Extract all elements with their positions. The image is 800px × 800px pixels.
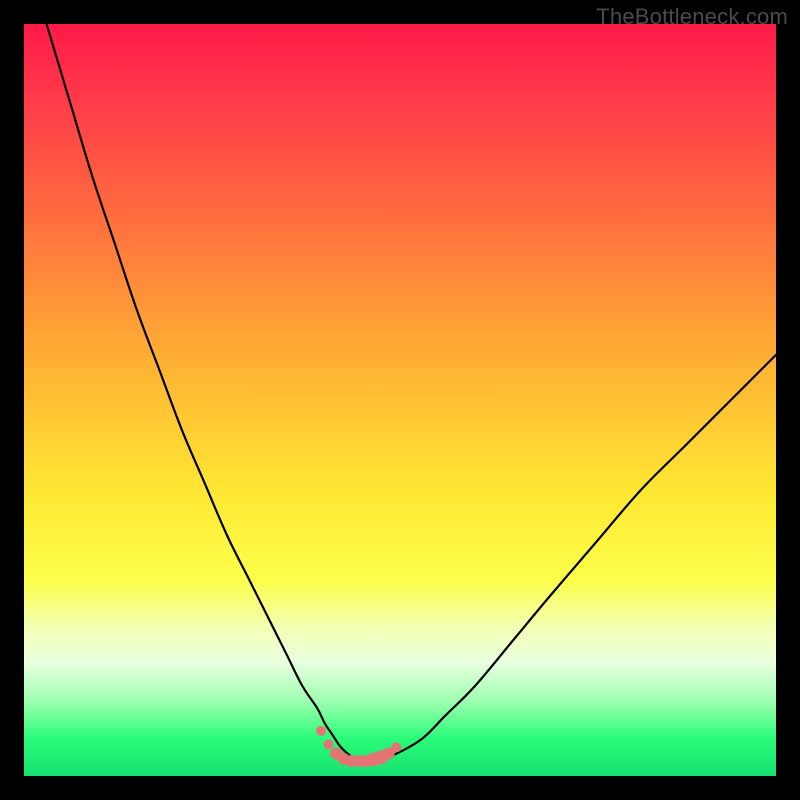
- bottom-markers-group: [316, 726, 401, 767]
- bottleneck-chart-svg: [24, 24, 776, 776]
- marker-dot: [391, 742, 401, 752]
- marker-dot: [316, 726, 326, 736]
- plot-area: [24, 24, 776, 776]
- chart-frame: TheBottleneck.com: [0, 0, 800, 800]
- bottleneck-curve: [47, 24, 776, 761]
- marker-dot: [324, 739, 334, 749]
